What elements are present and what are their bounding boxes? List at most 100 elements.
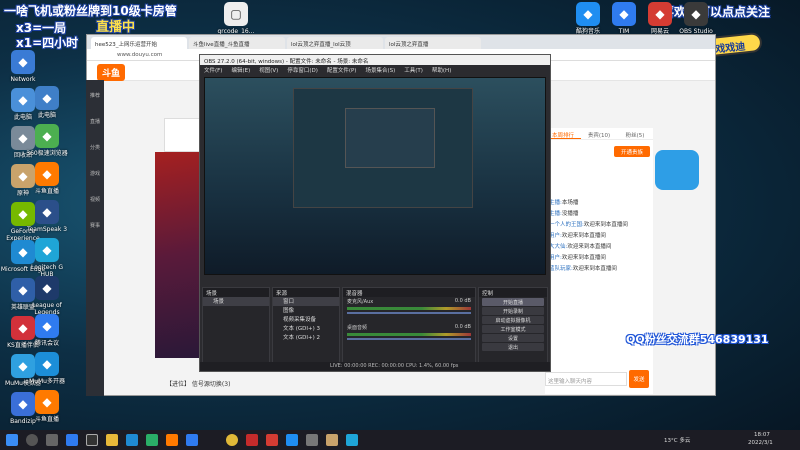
obs-menu-item-7[interactable]: 帮助(H) <box>432 66 451 74</box>
desktop-icon-col2-4[interactable]: ◆ Logitech G HUB <box>24 238 70 278</box>
desktop-icon-col2-7[interactable]: ◆ MuMu多开器 <box>24 352 70 385</box>
desktop-icon-col2-5[interactable]: ◆ League of Legends <box>24 276 70 316</box>
chat-mascot <box>655 150 699 190</box>
desktop-file-qrcode[interactable]: ▢ qrcode_16... <box>213 2 259 35</box>
qq-taskbar-icon[interactable] <box>346 434 358 446</box>
obs-mixer-dock: 混音器 麦克风/Aux 0.0 dB 桌面音频 0.0 dB <box>342 287 476 369</box>
obs-control-button-5[interactable]: 退出 <box>482 343 544 351</box>
browser-tab-4[interactable]: lol云顶之弈直播 <box>385 37 481 49</box>
mixer-channel-desktop: 桌面音频 0.0 dB <box>343 323 475 341</box>
chat-input[interactable]: 这里输入聊天内容 <box>545 372 627 386</box>
open-noble-button[interactable]: 开通贵族 <box>614 146 650 157</box>
desktop-icon-label: 斗鱼直播 <box>34 188 59 195</box>
browser-tab-3[interactable]: lol云顶之弈直播_lol云顶 <box>287 37 383 49</box>
streamer-bar: 【进位】 信号源切换(3) <box>166 381 231 388</box>
browser-tab-1[interactable]: hee523_上网乐运营开始 <box>91 37 187 49</box>
obs-control-button-1[interactable]: 开始录制 <box>482 307 544 315</box>
desktop-icon-col2-8[interactable]: ◆ 斗鱼直播 <box>24 390 70 423</box>
tim-taskbar-icon[interactable] <box>186 434 198 446</box>
start-icon[interactable] <box>6 434 18 446</box>
chat-tab-fans[interactable]: 粉丝(5) <box>617 128 653 139</box>
chat-text: 欢迎来到本直播间 <box>567 244 612 250</box>
stream-player-area[interactable] <box>155 152 200 358</box>
desktop-volume-slider[interactable] <box>347 338 471 340</box>
game-taskbar-icon[interactable] <box>246 434 258 446</box>
source-item-4[interactable]: 文本 (GDI+) 2 <box>273 333 339 342</box>
douyu-taskbar-icon[interactable] <box>166 434 178 446</box>
obs-control-button-2[interactable]: 启动虚拟摄像机 <box>482 316 544 324</box>
obs-menu-item-6[interactable]: 工具(T) <box>404 66 423 74</box>
obs-scenes-dock: 场景 场景 <box>202 287 270 369</box>
chat-send-button[interactable]: 发送 <box>629 370 649 388</box>
mixer-title: 混音器 <box>343 288 475 297</box>
wechat-taskbar-icon[interactable] <box>146 434 158 446</box>
obs-menu-item-4[interactable]: 配置文件(P) <box>327 66 357 74</box>
desktop-icon-col2-3[interactable]: ◆ TeamSpeak 3 <box>24 200 70 233</box>
obs-menu-item-5[interactable]: 场景集合(S) <box>365 66 395 74</box>
chat-username[interactable]: 蓝队玩家: <box>549 266 573 272</box>
chat-message: 主播:本场播 <box>545 198 653 209</box>
mic-volume-slider[interactable] <box>347 312 471 314</box>
chat-tabs: 本周排行 贵宾(10) 粉丝(5) <box>545 128 653 140</box>
nav-item-category[interactable]: 分类 <box>86 132 104 158</box>
source-item-3[interactable]: 文本 (GDI+) 3 <box>273 324 339 333</box>
tray-date[interactable]: 2022/3/1 <box>748 440 773 446</box>
browser-icon: ◆ <box>35 124 59 148</box>
scene-item[interactable]: 场景 <box>203 297 269 306</box>
edge-taskbar-icon[interactable] <box>126 434 138 446</box>
browser-tab-2[interactable]: 斗鱼live直播_斗鱼直播 <box>189 37 285 49</box>
desktop-icon-col2-2[interactable]: ◆ 斗鱼直播 <box>24 162 70 195</box>
chat-username[interactable]: 大大仙: <box>549 244 567 250</box>
music-taskbar-icon[interactable] <box>266 434 278 446</box>
obs-control-button-0[interactable]: 开始直播 <box>482 298 544 306</box>
chat-username[interactable]: 一个人的王国: <box>549 222 584 228</box>
obs-preview[interactable] <box>204 77 546 275</box>
kugou-taskbar-icon[interactable] <box>286 434 298 446</box>
computer-icon: ◆ <box>35 86 59 110</box>
explorer-taskbar-icon[interactable] <box>106 434 118 446</box>
settings-taskbar-icon[interactable] <box>306 434 318 446</box>
obs-menu-item-1[interactable]: 编辑(E) <box>231 66 250 74</box>
desktop-icon-col2-1[interactable]: ◆ 360极速浏览器 <box>24 124 70 157</box>
weather-widget[interactable]: 13°C 多云 <box>664 436 690 444</box>
chat-tab-vip[interactable]: 贵宾(10) <box>581 128 617 139</box>
widgets-icon[interactable] <box>66 434 78 446</box>
obs-menu-item-3[interactable]: 停靠窗口(D) <box>287 66 318 74</box>
taskview-icon[interactable] <box>46 434 58 446</box>
obs-control-button-4[interactable]: 设置 <box>482 334 544 342</box>
desktop-icon-col2-6[interactable]: ◆ 腾讯会议 <box>24 314 70 347</box>
mic-meter <box>347 307 471 310</box>
desktop-icon-col2-0[interactable]: ◆ 此电脑 <box>24 86 70 119</box>
browser-tabstrip: hee523_上网乐运营开始 斗鱼live直播_斗鱼直播 lol云顶之弈直播_l… <box>87 35 715 49</box>
chrome-taskbar-icon[interactable] <box>226 434 238 446</box>
nav-item-esports[interactable]: 赛事 <box>86 210 104 236</box>
network-icon: ◆ <box>11 50 35 74</box>
tray-time[interactable]: 18:07 <box>754 432 770 438</box>
live-status-label: 直播中 <box>96 20 136 35</box>
sources-title: 来源 <box>273 288 339 297</box>
source-item-2[interactable]: 视频采集设备 <box>273 315 339 324</box>
league-taskbar-icon[interactable] <box>326 434 338 446</box>
desktop-icon-left-0[interactable]: ◆ Network <box>0 50 46 83</box>
obs-control-button-3[interactable]: 工作室模式 <box>482 325 544 333</box>
streamer-info-card <box>164 118 204 152</box>
desktop-icon-label: Network <box>10 76 36 83</box>
nav-item-video[interactable]: 视频 <box>86 184 104 210</box>
desktop-icon-label: 此电脑 <box>37 112 56 119</box>
obs-menu-item-2[interactable]: 视图(V) <box>259 66 278 74</box>
obs-taskbar-icon[interactable] <box>86 434 98 446</box>
source-item-1[interactable]: 图像 <box>273 306 339 315</box>
nav-item-recommend[interactable]: 推荐 <box>86 80 104 106</box>
site-logo[interactable]: 斗鱼 <box>97 64 126 81</box>
chat-message: 一个人的王国:欢迎来到本直播间 <box>545 220 653 231</box>
overlay-rules-line1: 一啥飞机或粉丝牌到10级卡房管 <box>4 4 177 18</box>
obs-menu-item-0[interactable]: 文件(F) <box>204 66 222 74</box>
chat-text: 没播播 <box>561 211 579 217</box>
desktop-icon-right-3[interactable]: ◆ OBS Studio <box>673 2 719 35</box>
search-icon[interactable] <box>26 434 38 446</box>
nav-item-game[interactable]: 游戏 <box>86 158 104 184</box>
nav-item-live[interactable]: 直播 <box>86 106 104 132</box>
chat-message: 大大仙:欢迎来到本直播间 <box>545 242 653 253</box>
source-item-0[interactable]: 窗口 <box>273 297 339 306</box>
chat-text: 欢迎来到本直播间 <box>583 222 628 228</box>
